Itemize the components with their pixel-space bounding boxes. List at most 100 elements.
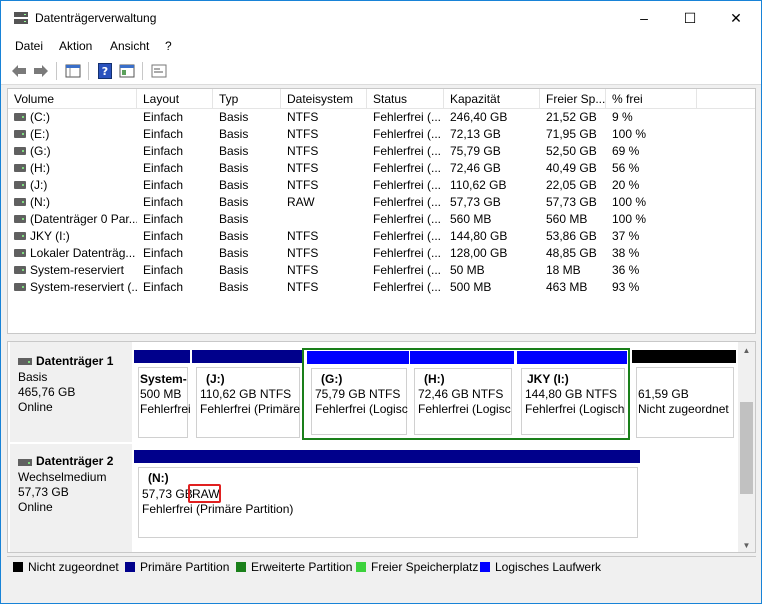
cell-text: Fehlerfrei (... [373,246,442,260]
cell-freier-speicher: 40,49 GB [540,160,606,177]
minimize-button[interactable]: – [621,1,667,35]
partition-bar [192,350,302,363]
cell-kapazitaet: 246,40 GB [444,109,540,126]
properties-button[interactable] [117,61,137,81]
cell-text: 38 % [612,246,640,260]
volume-icon [14,112,26,121]
partition-status: Fehlerfrei (Logisc [418,402,511,416]
column-header-dateisystem[interactable]: Dateisystem [281,89,367,109]
cell-kapazitaet: 560 MB [444,211,540,228]
cell-dateisystem: NTFS [281,262,367,279]
cell-kapazitaet: 57,73 GB [444,194,540,211]
table-row[interactable]: (C:) Einfach Basis NTFS Fehlerfrei (... 246,4… [8,109,755,126]
volume-icon [14,214,26,223]
menu-ansicht[interactable]: Ansicht [110,39,149,53]
partition-size: 110,62 GB NTFS [200,387,292,401]
cell-kapazitaet: 110,62 GB [444,177,540,194]
cell-text: 463 MB [546,280,588,294]
cell-volume: (J:) [8,177,137,194]
partition-title: (H:) [424,372,445,386]
legend-label: Logisches Laufwerk [495,560,602,574]
disk-view-scrollbar[interactable]: ▲ ▼ [738,342,755,552]
cell-freier-speicher: 463 MB [540,279,606,296]
cell-text: 75,79 GB [450,144,501,158]
cell-text: Basis [219,246,249,260]
maximize-button[interactable]: ☐ [667,1,713,35]
cell-text: Fehlerfrei (... [373,212,442,226]
column-header-typ[interactable]: Typ [213,89,281,109]
partition-status: Fehlerfrei (Logisch [525,402,625,416]
legend-unallocated: Nicht zugeordnet [13,560,119,574]
cell-dateisystem: RAW [281,194,367,211]
partition-status: Fehlerfrei (Logisc [315,402,408,416]
table-row[interactable]: System-reserviert (... Einfach Basis NTFS Fe… [8,279,755,296]
cell-text: 50 MB [450,263,485,277]
menu-help[interactable]: ? [165,39,172,53]
cell-text: 69 % [612,144,640,158]
table-row[interactable]: (Datenträger 0 Par... Einfach Basis Fehlerf… [8,211,755,228]
window-title: Datenträgerverwaltung [35,11,157,25]
cell-text: Einfach [143,144,184,158]
menu-datei[interactable]: Datei [15,39,43,53]
close-button[interactable]: ✕ [713,1,759,35]
partition-size: 57,73 GB [142,487,193,501]
cell-layout: Einfach [137,262,213,279]
partition-g[interactable]: (G:) 75,79 GB NTFS Fehlerfrei (Logisc [307,351,409,437]
partition-i-jky[interactable]: JKY (I:) 144,80 GB NTFS Fehlerfrei (Logi… [517,351,627,437]
scroll-thumb[interactable] [740,402,753,494]
partition-n[interactable]: (N:) 57,73 GB RAW Fehlerfrei (Primäre Pa… [134,450,640,540]
forward-button[interactable] [31,61,51,81]
cell-typ: Basis [213,279,281,296]
column-header-prozent-frei[interactable]: % frei [606,89,697,109]
table-row[interactable]: (E:) Einfach Basis NTFS Fehlerfrei (... 72,13… [8,126,755,143]
partition-title: (G:) [321,372,343,386]
partition-size: 72,46 GB NTFS [418,387,504,401]
legend-logical-drive: Logisches Laufwerk [480,560,601,574]
maximize-icon: ☐ [683,9,697,26]
partition-j[interactable]: (J:) 110,62 GB NTFS Fehlerfrei (Primäre [192,350,302,440]
column-header-layout[interactable]: Layout [137,89,213,109]
table-row[interactable]: JKY (I:) Einfach Basis NTFS Fehlerfrei (... 1… [8,228,755,245]
cell-dateisystem: NTFS [281,160,367,177]
table-row[interactable]: (G:) Einfach Basis NTFS Fehlerfrei (... 75,79… [8,143,755,160]
cell-text: 144,80 GB [450,229,508,243]
cell-typ: Basis [213,211,281,228]
table-row[interactable]: System-reserviert Einfach Basis NTFS Fehlerf… [8,262,755,279]
table-row[interactable]: (J:) Einfach Basis NTFS Fehlerfrei (... 110,6… [8,177,755,194]
cell-layout: Einfach [137,126,213,143]
cell-text: Lokaler Datenträg... [30,246,136,260]
disk2-type: Wechselmedium [18,470,107,484]
volume-list-header: Volume Layout Typ Dateisystem Status Kap… [8,89,755,109]
partition-system-reserved[interactable]: System- 500 MB Fehlerfrei [134,350,190,440]
table-row[interactable]: Lokaler Datenträg... Einfach Basis NTFS Fehl… [8,245,755,262]
toolbar: ? [1,57,761,85]
legend-extended: Erweiterte Partition [236,560,352,574]
partition-bar [410,351,514,364]
column-header-freier-speicher[interactable]: Freier Sp... [540,89,606,109]
scroll-down-button[interactable]: ▼ [738,537,755,552]
partition-h[interactable]: (H:) 72,46 GB NTFS Fehlerfrei (Logisc [410,351,514,437]
back-button[interactable] [9,61,29,81]
properties-icon [119,64,135,78]
disk2-label[interactable]: Datenträger 2 Wechselmedium 57,73 GB Onl… [10,444,132,552]
column-header-volume[interactable]: Volume [8,89,137,109]
menu-aktion[interactable]: Aktion [59,39,92,53]
legend-label: Nicht zugeordnet [28,560,119,574]
cell-volume: (Datenträger 0 Par... [8,211,137,228]
cell-text: 71,95 GB [546,127,597,141]
legend-label: Primäre Partition [140,560,230,574]
help-button[interactable]: ? [95,61,115,81]
cell-text: 93 % [612,280,640,294]
table-row[interactable]: (N:) Einfach Basis RAW Fehlerfrei (... 57,73 … [8,194,755,211]
cell-text: 57,73 GB [450,195,501,209]
console-button[interactable] [149,61,169,81]
table-row[interactable]: (H:) Einfach Basis NTFS Fehlerfrei (... 72,46… [8,160,755,177]
scroll-up-button[interactable]: ▲ [738,342,755,359]
column-header-status[interactable]: Status [367,89,444,109]
column-header-kapazitaet[interactable]: Kapazität [444,89,540,109]
disk-list-button[interactable] [63,61,83,81]
cell-text: 36 % [612,263,640,277]
cell-text: Einfach [143,246,184,260]
disk1-label[interactable]: Datenträger 1 Basis 465,76 GB Online [10,342,132,442]
unallocated-space-disk1[interactable]: 61,59 GB Nicht zugeordnet [632,350,736,440]
